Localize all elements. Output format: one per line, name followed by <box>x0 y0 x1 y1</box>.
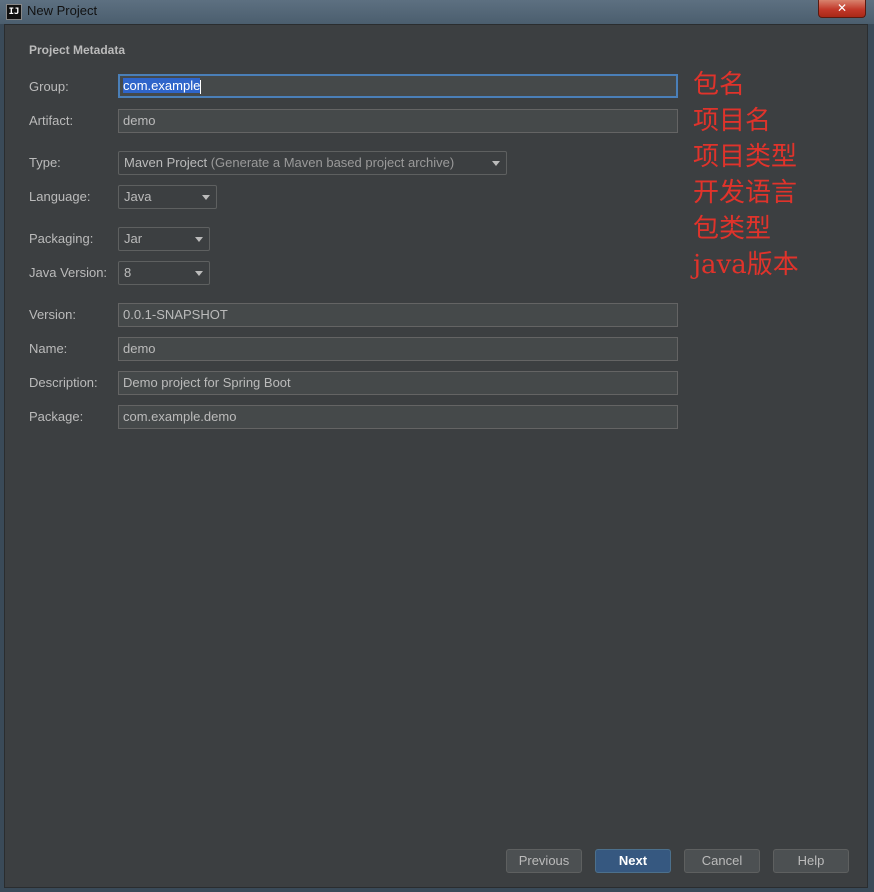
packaging-dropdown[interactable]: Jar <box>118 227 210 251</box>
section-title: Project Metadata <box>29 43 126 57</box>
artifact-label: Artifact: <box>29 113 74 128</box>
language-label: Language: <box>29 189 91 204</box>
packaging-label: Packaging: <box>29 231 94 246</box>
group-label: Group: <box>29 79 69 94</box>
annotation-packaging: 包类型 <box>693 214 772 244</box>
group-input[interactable]: com.example <box>118 74 678 98</box>
package-input[interactable]: com.example.demo <box>118 405 678 429</box>
chevron-down-icon <box>195 271 203 276</box>
packaging-value: Jar <box>124 231 143 246</box>
type-dropdown[interactable]: Maven Project (Generate a Maven based pr… <box>118 151 507 175</box>
annotation-java-version: java版本 <box>693 250 799 280</box>
next-button[interactable]: Next <box>595 849 671 873</box>
annotation-type: 项目类型 <box>693 142 798 172</box>
java-version-label: Java Version: <box>29 265 108 280</box>
java-version-value: 8 <box>124 265 132 280</box>
version-input[interactable]: 0.0.1-SNAPSHOT <box>118 303 678 327</box>
type-label: Type: <box>29 155 61 170</box>
java-version-dropdown[interactable]: 8 <box>118 261 210 285</box>
cancel-button[interactable]: Cancel <box>684 849 760 873</box>
type-hint: (Generate a Maven based project archive) <box>210 155 455 170</box>
title-bar: IJ New Project ✕ <box>0 0 874 24</box>
intellij-icon: IJ <box>6 4 22 20</box>
chevron-down-icon <box>492 161 500 166</box>
artifact-input[interactable]: demo <box>118 109 678 133</box>
version-label: Version: <box>29 307 76 322</box>
language-value: Java <box>124 189 152 204</box>
text-caret <box>200 79 202 94</box>
name-input[interactable]: demo <box>118 337 678 361</box>
package-label: Package: <box>29 409 84 424</box>
chevron-down-icon <box>202 195 210 200</box>
annotation-group: 包名 <box>693 70 746 100</box>
name-label: Name: <box>29 341 68 356</box>
annotation-artifact: 项目名 <box>693 106 772 136</box>
annotation-language: 开发语言 <box>693 178 798 208</box>
group-value: com.example <box>123 78 201 93</box>
new-project-dialog: Project Metadata Group: com.example Arti… <box>4 24 868 888</box>
description-input[interactable]: Demo project for Spring Boot <box>118 371 678 395</box>
previous-button[interactable]: Previous <box>506 849 582 873</box>
close-button[interactable]: ✕ <box>818 0 866 18</box>
chevron-down-icon <box>195 237 203 242</box>
window-title: New Project <box>27 3 98 18</box>
help-button[interactable]: Help <box>773 849 849 873</box>
language-dropdown[interactable]: Java <box>118 185 217 209</box>
description-label: Description: <box>29 375 98 390</box>
type-value: Maven Project <box>124 155 208 170</box>
